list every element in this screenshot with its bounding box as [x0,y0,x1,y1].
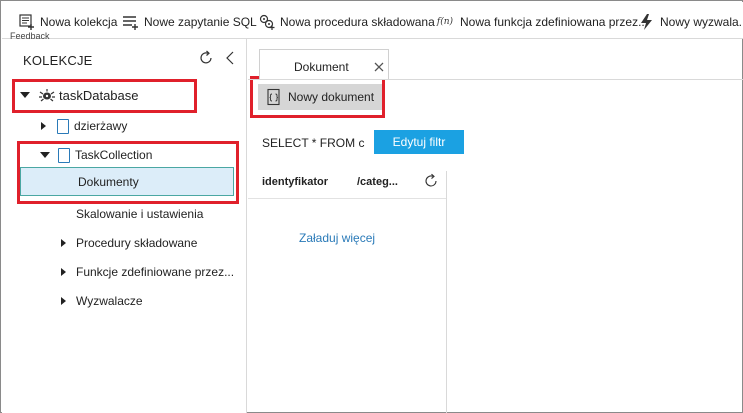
new-sql-query-button[interactable]: Nowe zapytanie SQL [122,12,257,32]
expand-arrow-icon [40,152,50,158]
collapse-panel-icon[interactable] [223,49,237,67]
column-header-category[interactable]: /categ... [357,176,398,188]
tree-item-label: Skalowanie i ustawienia [76,207,204,221]
new-document-label: Nowy dokument [288,90,375,104]
collapsed-arrow-icon [61,268,66,276]
column-header-id[interactable]: identyfikator [262,176,328,188]
stored-procedure-icon [258,13,276,31]
command-bar: Nowa kolekcja Nowe zapytanie SQL Nowa pr… [2,2,743,40]
new-udf-label: Nowa funkcja zdefiniowana przez... [460,15,649,29]
tree-item-label: TaskCollection [75,148,153,162]
database-label: taskDatabase [59,87,139,103]
query-text: SELECT * FROM c [262,136,365,150]
collapsed-arrow-icon [61,239,66,247]
header-divider [248,198,446,199]
tree-item-triggers[interactable]: Wyzwalacze [61,292,143,310]
tree-item-scale-settings[interactable]: Skalowanie i ustawienia [76,205,203,223]
new-udf-button[interactable]: f(n) Nowa funkcja zdefiniowana przez... [434,12,648,32]
refresh-icon[interactable] [197,49,215,67]
new-document-icon [266,88,282,106]
collapsed-arrow-icon [61,297,66,305]
tree-item-label: Wyzwalacze [76,294,143,308]
expand-arrow-icon [20,92,30,98]
lightning-icon [638,13,656,31]
close-icon[interactable] [373,61,385,73]
tree-item-documents[interactable]: Dokumenty [20,167,234,196]
collections-panel: KOLEKCJE taskDatabase dzierżawy TaskColl… [2,39,247,413]
tree-item-taskcollection[interactable]: TaskCollection [40,146,152,164]
new-stored-procedure-label: Nowa procedura składowana [280,15,435,29]
load-more-link[interactable]: Załaduj więcej [299,231,375,245]
new-stored-procedure-button[interactable]: Nowa procedura składowana [258,12,435,32]
edit-filter-button[interactable]: Edytuj filtr [374,130,464,154]
fn-icon: f(n) [436,17,454,27]
tab-label: Dokument [294,60,349,74]
collection-icon [58,147,70,163]
new-collection-button[interactable]: Nowa kolekcja [18,12,117,32]
new-collection-label: Nowa kolekcja [40,15,118,29]
new-sql-query-label: Nowe zapytanie SQL [144,15,257,29]
documents-tab-area: Dokument Nowy dokument SELECT * FROM c E… [248,39,743,413]
tree-item-udfs[interactable]: Funkcje zdefiniowane przez... [61,263,234,281]
new-trigger-button[interactable]: Nowy wyzwala... [638,12,743,32]
app-window: Nowa kolekcja Nowe zapytanie SQL Nowa pr… [0,0,743,413]
tree-item-leases[interactable]: dzierżawy [41,117,127,135]
tree-item-label: Funkcje zdefiniowane przez... [76,265,235,279]
tree-item-label: dzierżawy [74,119,128,133]
new-collection-icon [18,13,36,31]
tab-documents[interactable]: Dokument [259,49,389,79]
collections-title: KOLEKCJE [23,53,93,68]
sql-query-icon [122,13,140,31]
database-icon [38,88,56,102]
tab-divider [248,79,743,80]
grid-splitter[interactable] [446,171,447,413]
collection-icon [57,118,69,134]
tree-item-label: Dokumenty [78,174,139,189]
new-trigger-label: Nowy wyzwala... [660,15,743,29]
tree-item-taskdatabase[interactable]: taskDatabase [20,86,139,104]
refresh-icon[interactable] [423,173,439,189]
tree-item-stored-procedures[interactable]: Procedury składowane [61,234,197,252]
new-document-button[interactable]: Nowy dokument [258,84,382,110]
collapsed-arrow-icon [41,122,46,130]
tree-item-label: Procedury składowane [76,236,198,250]
